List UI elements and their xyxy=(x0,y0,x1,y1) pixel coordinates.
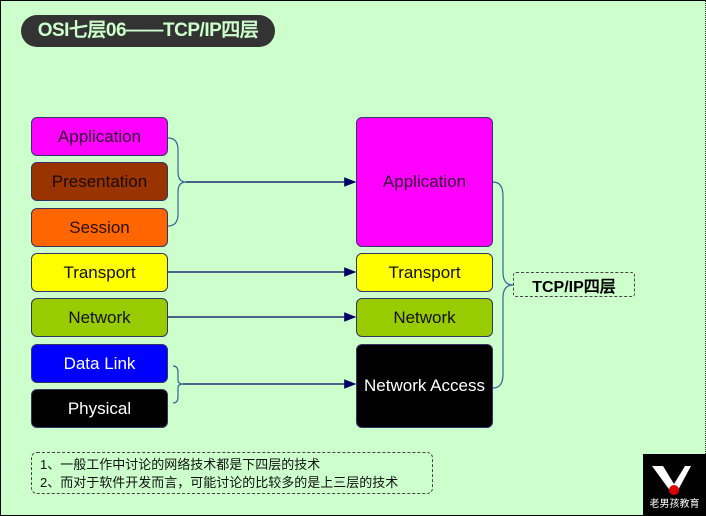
logo-v-icon xyxy=(652,466,691,495)
note-line: 2、而对于软件开发而言，可能讨论的比较多的是上三层的技术 xyxy=(40,475,399,490)
tcpip-group-label: TCP/IP四层 xyxy=(513,272,635,297)
brace-tcpip xyxy=(492,181,514,389)
brand-logo: 老男孩教育 xyxy=(643,454,706,516)
brace-upper-osi xyxy=(167,137,187,227)
connector-lines xyxy=(167,137,514,404)
notes-box: 1、一般工作中讨论的网络技术都是下四层的技术 2、而对于软件开发而言，可能讨论的… xyxy=(31,452,433,494)
note-line: 1、一般工作中讨论的网络技术都是下四层的技术 xyxy=(40,457,321,472)
logo-text: 老男孩教育 xyxy=(649,499,700,510)
brace-lower-osi xyxy=(172,365,184,404)
